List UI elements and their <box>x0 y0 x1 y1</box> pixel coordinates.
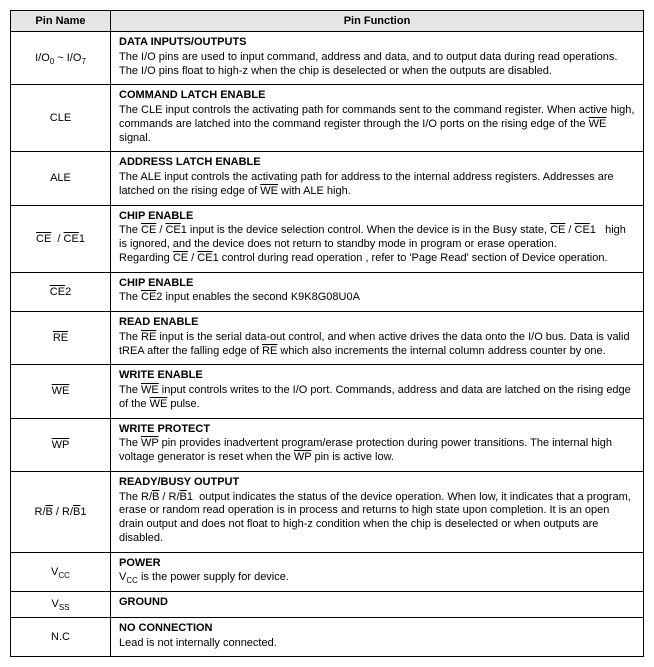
pin-function-cell: GROUND <box>111 592 644 618</box>
function-description: The R/B / R/B1 output indicates the stat… <box>119 491 631 544</box>
pin-name-cell: I/O0 ~ I/O7 <box>11 32 111 85</box>
table-row: VSS GROUND <box>11 592 644 618</box>
header-pin-name: Pin Name <box>11 11 111 32</box>
function-title: COMMAND LATCH ENABLE <box>119 89 635 103</box>
function-title: WRITE PROTECT <box>119 423 635 437</box>
table-row: WEWRITE ENABLEThe WE input controls writ… <box>11 365 644 418</box>
pin-name-cell: CE2 <box>11 272 111 312</box>
function-description: The CE2 input enables the second K9K8G08… <box>119 291 360 303</box>
function-description: Lead is not internally connected. <box>119 637 277 649</box>
header-pin-function: Pin Function <box>111 11 644 32</box>
pin-name-cell: N.C <box>11 617 111 657</box>
pin-function-cell: READY/BUSY OUTPUTThe R/B / R/B1 output i… <box>111 471 644 552</box>
function-title: READ ENABLE <box>119 316 635 330</box>
function-description: The CE / CE1 input is the device selecti… <box>119 224 626 264</box>
function-description: VCC is the power supply for device. <box>119 571 289 583</box>
function-title: CHIP ENABLE <box>119 277 635 291</box>
function-title: CHIP ENABLE <box>119 210 635 224</box>
table-row: CLECOMMAND LATCH ENABLEThe CLE input con… <box>11 85 644 152</box>
function-description: The WP pin provides inadvertent program/… <box>119 437 612 463</box>
pin-function-cell: WRITE ENABLEThe WE input controls writes… <box>111 365 644 418</box>
pin-function-cell: ADDRESS LATCH ENABLEThe ALE input contro… <box>111 152 644 205</box>
table-row: N.CNO CONNECTIONLead is not internally c… <box>11 617 644 657</box>
pin-name-cell: RE <box>11 312 111 365</box>
pin-function-cell: CHIP ENABLEThe CE2 input enables the sec… <box>111 272 644 312</box>
function-title: GROUND <box>119 596 635 610</box>
pin-function-table: Pin Name Pin Function I/O0 ~ I/O7DATA IN… <box>10 10 644 657</box>
pin-name-cell: R/B / R/B1 <box>11 471 111 552</box>
pin-function-cell: WRITE PROTECTThe WP pin provides inadver… <box>111 418 644 471</box>
function-title: READY/BUSY OUTPUT <box>119 476 635 490</box>
pin-name-cell: WP <box>11 418 111 471</box>
table-row: I/O0 ~ I/O7DATA INPUTS/OUTPUTSThe I/O pi… <box>11 32 644 85</box>
table-row: VCCPOWERVCC is the power supply for devi… <box>11 552 644 592</box>
pin-name-cell: CLE <box>11 85 111 152</box>
pin-function-cell: POWERVCC is the power supply for device. <box>111 552 644 592</box>
pin-function-cell: READ ENABLEThe RE input is the serial da… <box>111 312 644 365</box>
pin-name-cell: WE <box>11 365 111 418</box>
function-description: The CLE input controls the activating pa… <box>119 104 634 144</box>
pin-name-cell: VSS <box>11 592 111 618</box>
pin-name-cell: VCC <box>11 552 111 592</box>
function-title: DATA INPUTS/OUTPUTS <box>119 36 635 50</box>
function-description: The I/O pins are used to input command, … <box>119 51 617 77</box>
table-row: WPWRITE PROTECTThe WP pin provides inadv… <box>11 418 644 471</box>
function-description: The ALE input controls the activating pa… <box>119 171 614 197</box>
function-description: The WE input controls writes to the I/O … <box>119 384 631 410</box>
pin-name-cell: ALE <box>11 152 111 205</box>
function-title: NO CONNECTION <box>119 622 635 636</box>
pin-name-cell: CE / CE1 <box>11 205 111 272</box>
function-description: The RE input is the serial data-out cont… <box>119 331 630 357</box>
table-row: ALEADDRESS LATCH ENABLEThe ALE input con… <box>11 152 644 205</box>
table-row: CE2CHIP ENABLEThe CE2 input enables the … <box>11 272 644 312</box>
pin-function-cell: COMMAND LATCH ENABLEThe CLE input contro… <box>111 85 644 152</box>
table-row: R/B / R/B1READY/BUSY OUTPUTThe R/B / R/B… <box>11 471 644 552</box>
function-title: ADDRESS LATCH ENABLE <box>119 156 635 170</box>
pin-function-cell: CHIP ENABLEThe CE / CE1 input is the dev… <box>111 205 644 272</box>
function-title: POWER <box>119 557 635 571</box>
table-row: CE / CE1CHIP ENABLEThe CE / CE1 input is… <box>11 205 644 272</box>
pin-function-cell: DATA INPUTS/OUTPUTSThe I/O pins are used… <box>111 32 644 85</box>
table-header-row: Pin Name Pin Function <box>11 11 644 32</box>
table-row: REREAD ENABLEThe RE input is the serial … <box>11 312 644 365</box>
function-title: WRITE ENABLE <box>119 369 635 383</box>
pin-function-cell: NO CONNECTIONLead is not internally conn… <box>111 617 644 657</box>
